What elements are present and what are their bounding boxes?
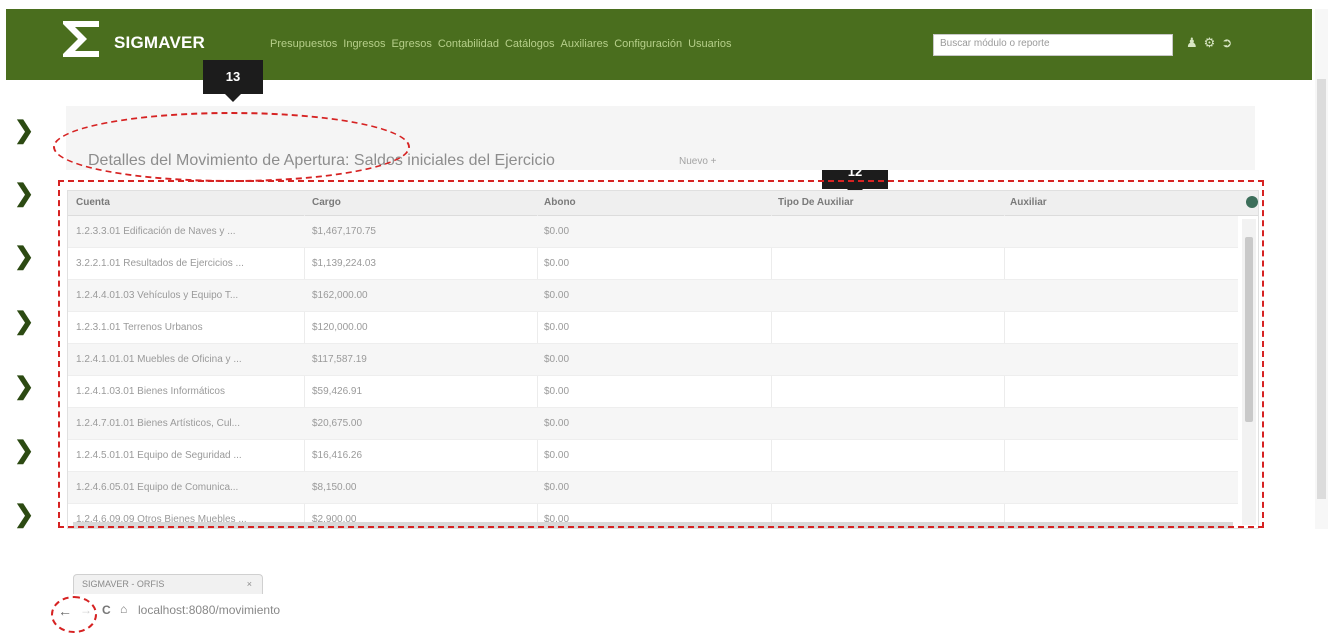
chevron-right-icon: ❯	[14, 243, 35, 270]
nav-configuracion[interactable]: Configuración	[614, 38, 682, 50]
page-scrollbar[interactable]	[1315, 9, 1328, 529]
header-icons: ♟ ⚙ ➲	[1186, 35, 1232, 51]
nav-egresos[interactable]: Egresos	[391, 38, 431, 50]
nav-ingresos[interactable]: Ingresos	[343, 38, 385, 50]
brand-name[interactable]: SIGMAVER	[114, 33, 205, 53]
chevron-right-icon: ❯	[14, 308, 35, 335]
chevron-right-icon: ❯	[14, 117, 35, 144]
nav-presupuestos[interactable]: Presupuestos	[270, 38, 337, 50]
annotation-ellipse-title	[53, 112, 410, 182]
annotation-frame-grid	[58, 180, 1264, 528]
page-scrollbar-thumb[interactable]	[1317, 79, 1326, 499]
chevron-right-icon: ❯	[14, 501, 35, 528]
browser-chrome-inset: SIGMAVER - ORFIS × ← → C ⌂ localhost:808…	[58, 571, 388, 631]
tab-close-icon[interactable]: ×	[247, 579, 252, 589]
tab-title: SIGMAVER - ORFIS	[82, 579, 165, 589]
browser-toolbar: ← → C ⌂ localhost:8080/movimiento	[58, 597, 388, 623]
nav-contabilidad[interactable]: Contabilidad	[438, 38, 499, 50]
logout-icon[interactable]: ➲	[1221, 35, 1232, 51]
home-icon[interactable]: ⌂	[120, 602, 127, 616]
user-icon[interactable]: ♟	[1186, 35, 1198, 51]
nav-usuarios[interactable]: Usuarios	[688, 38, 731, 50]
browser-tab[interactable]: SIGMAVER - ORFIS ×	[73, 574, 263, 594]
annotation-ellipse-back	[51, 596, 97, 633]
new-button[interactable]: Nuevo +	[679, 156, 717, 167]
url-field[interactable]: localhost:8080/movimiento	[138, 603, 388, 617]
app-header: SIGMAVER Presupuestos Ingresos Egresos C…	[6, 9, 1312, 80]
chevron-right-icon: ❯	[14, 437, 35, 464]
settings-icon[interactable]: ⚙	[1204, 35, 1216, 51]
callout-13: 13	[203, 60, 263, 102]
chevron-right-icon: ❯	[14, 180, 35, 207]
nav-catalogos[interactable]: Catálogos	[505, 38, 555, 50]
reload-icon[interactable]: C	[102, 603, 111, 617]
main-nav: Presupuestos Ingresos Egresos Contabilid…	[270, 38, 732, 50]
nav-auxiliares[interactable]: Auxiliares	[561, 38, 609, 50]
module-search-input[interactable]: Buscar módulo o reporte	[933, 34, 1173, 56]
sigmaver-logo-icon	[63, 21, 99, 57]
chevron-right-icon: ❯	[14, 373, 35, 400]
